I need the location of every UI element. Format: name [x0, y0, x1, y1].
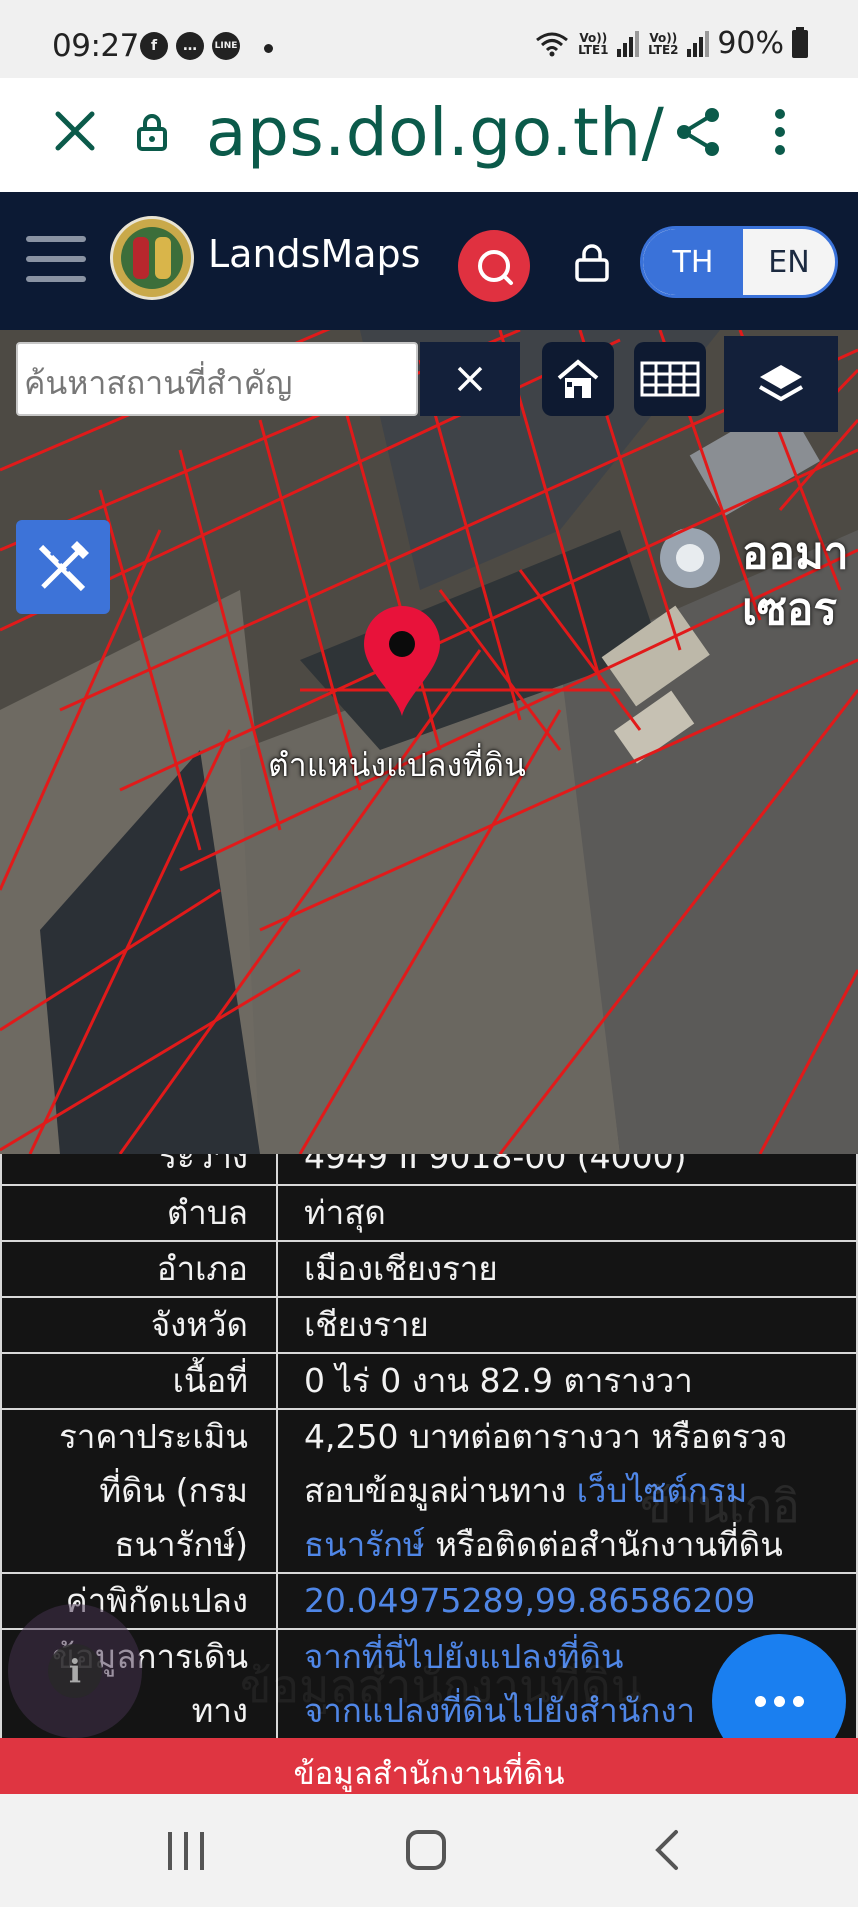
- row-value: 4949 II 9018-00 (4000): [276, 1154, 858, 1186]
- price-value: 4,250 บาทต่อตารางวา หรือตรวจสอบข้อมูลผ่า…: [276, 1408, 858, 1574]
- land-office-info-button[interactable]: ข้อมูลสำนักงานที่ดิน: [0, 1738, 858, 1794]
- home-button[interactable]: [542, 342, 614, 416]
- messenger-icon: …: [176, 32, 204, 60]
- coordinate-link[interactable]: 20.04975289,99.86586209: [276, 1572, 858, 1630]
- ruler-pencil-icon: [38, 541, 89, 592]
- table-row: ค่าพิกัดแปลง 20.04975289,99.86586209: [0, 1572, 858, 1630]
- layers-button[interactable]: [724, 336, 838, 432]
- price-text-2: หรือติดต่อสำนักงานที่ดิน: [424, 1525, 783, 1564]
- language-toggle[interactable]: TH EN: [640, 226, 838, 298]
- measure-tool-button[interactable]: [16, 520, 110, 614]
- signal2-icon: [687, 30, 710, 57]
- back-icon[interactable]: [652, 1828, 682, 1872]
- parcel-location-pin-icon[interactable]: [360, 604, 444, 718]
- grid-button[interactable]: [634, 342, 706, 416]
- status-time: 09:27: [52, 28, 139, 64]
- menu-icon[interactable]: [26, 236, 86, 282]
- info-button[interactable]: i: [8, 1604, 142, 1738]
- map-place-label-line-1: ออมา: [742, 528, 849, 579]
- pin-label: ตำแหน่งแปลงที่ดิน: [268, 746, 526, 784]
- notification-icons: f … LINE: [140, 32, 240, 60]
- row-value: เชียงราย: [276, 1296, 858, 1354]
- login-lock-icon[interactable]: [574, 242, 610, 282]
- row-value: 0 ไร่ 0 งาน 82.9 ตารางวา: [276, 1352, 858, 1410]
- layers-icon: [759, 365, 803, 402]
- table-row: ระวาง 4949 II 9018-00 (4000): [0, 1154, 858, 1186]
- table-row: อำเภอ เมืองเชียงราย: [0, 1240, 858, 1298]
- map-place-label-line-2: เซอร: [742, 584, 837, 635]
- battery-icon: [792, 26, 808, 58]
- signal1-icon: [617, 30, 640, 57]
- row-key: ตำบล: [0, 1184, 278, 1242]
- lang-th-button[interactable]: TH: [643, 229, 743, 295]
- url-text[interactable]: aps.dol.go.th/: [206, 94, 664, 171]
- row-key: อำเภอ: [0, 1240, 278, 1298]
- home-nav-icon[interactable]: [406, 1830, 446, 1870]
- close-tab-icon[interactable]: [52, 108, 98, 154]
- app-header: LandsMaps TH EN: [0, 192, 858, 330]
- line-icon: LINE: [212, 32, 240, 60]
- table-row: เนื้อที่ 0 ไร่ 0 งาน 82.9 ตารางวา: [0, 1352, 858, 1410]
- more-vert-icon[interactable]: [772, 108, 788, 156]
- brand-name: LandsMaps: [208, 232, 421, 276]
- system-nav-bar: [0, 1794, 858, 1907]
- browser-toolbar: aps.dol.go.th/: [0, 78, 858, 192]
- secure-lock-icon[interactable]: [136, 112, 168, 152]
- sim1-label: Vo)) LTE1: [578, 30, 609, 57]
- home-icon: [557, 359, 599, 398]
- sim2-label: Vo)) LTE2: [648, 30, 679, 57]
- row-key: เนื้อที่: [0, 1352, 278, 1410]
- status-bar: 09:27 f … LINE Vo)) LTE1 Vo)) LTE2 90%: [0, 0, 858, 78]
- map-place-label: ออมา เซอร: [742, 526, 849, 638]
- wifi-icon: [536, 32, 569, 56]
- table-row: ราคาประเมินที่ดิน (กรมธนารักษ์) 4,250 บา…: [0, 1408, 858, 1574]
- info-icon: i: [48, 1644, 102, 1698]
- search-button[interactable]: [458, 230, 530, 302]
- status-right: Vo)) LTE1 Vo)) LTE2 90%: [535, 26, 808, 61]
- search-icon: [478, 250, 513, 285]
- table-row: จังหวัด เชียงราย: [0, 1296, 858, 1354]
- share-icon[interactable]: [674, 106, 722, 158]
- row-key: จังหวัด: [0, 1296, 278, 1354]
- place-search-input[interactable]: ค้นหาสถานที่สำคัญ: [16, 342, 418, 416]
- lang-en-button[interactable]: EN: [743, 229, 835, 295]
- dots-icon: [754, 1695, 766, 1707]
- close-icon: [457, 366, 483, 392]
- row-value: ท่าสุด: [276, 1184, 858, 1242]
- dol-logo: [110, 216, 194, 300]
- row-key: ระวาง: [0, 1154, 278, 1186]
- battery-percent: 90%: [717, 26, 784, 61]
- more-notifications-icon: [264, 44, 273, 53]
- row-value: เมืองเชียงราย: [276, 1240, 858, 1298]
- grid-icon: [640, 361, 700, 397]
- clear-search-button[interactable]: [420, 342, 520, 416]
- facebook-icon: f: [140, 32, 168, 60]
- map-view[interactable]: ค้นหาสถานที่สำคัญ ตำแหน่งแปลงที่ดิน ออมา…: [0, 330, 858, 1154]
- recent-apps-icon[interactable]: [168, 1832, 208, 1870]
- price-key: ราคาประเมินที่ดิน (กรมธนารักษ์): [0, 1408, 278, 1574]
- table-row: ตำบล ท่าสุด: [0, 1184, 858, 1242]
